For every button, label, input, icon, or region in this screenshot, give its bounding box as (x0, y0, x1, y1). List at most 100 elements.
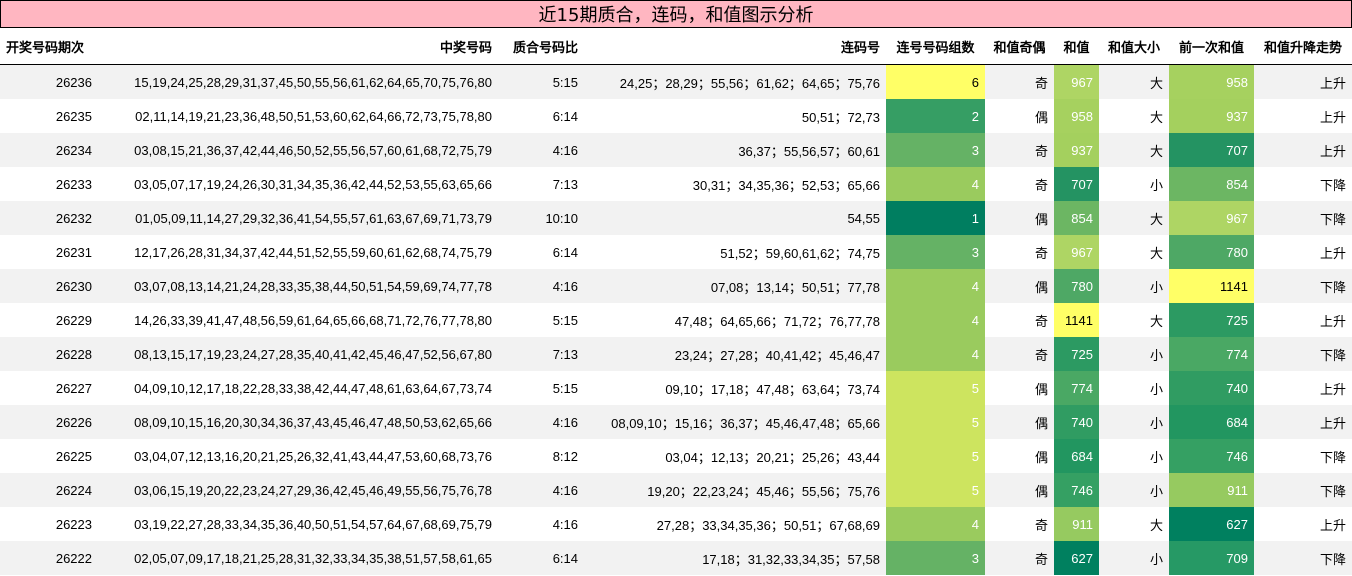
row-ratio: 4:16 (498, 269, 584, 303)
table-row: 26224 03,06,15,19,20,22,23,24,27,29,36,42… (0, 473, 1352, 507)
row-prev-sum: 707 (1169, 133, 1254, 167)
row-groups: 4 (886, 507, 985, 541)
row-parity: 偶 (985, 99, 1054, 133)
table-row: 26232 01,05,09,11,14,27,29,32,36,41,54,55… (0, 201, 1352, 235)
row-period: 26231 (0, 235, 98, 269)
row-prev-sum: 684 (1169, 405, 1254, 439)
row-consecutive: 27,28；33,34,35,36；50,51；67,68,69 (584, 507, 886, 541)
row-prev-sum: 725 (1169, 303, 1254, 337)
row-trend: 上升 (1254, 303, 1352, 337)
row-ratio: 10:10 (498, 201, 584, 235)
row-trend: 上升 (1254, 99, 1352, 133)
row-consecutive: 09,10；17,18；47,48；63,64；73,74 (584, 371, 886, 405)
row-parity: 偶 (985, 439, 1054, 473)
row-sum: 746 (1054, 473, 1099, 507)
row-period: 26236 (0, 64, 98, 99)
header-sum[interactable]: 和值 (1054, 28, 1099, 65)
row-ratio: 4:16 (498, 133, 584, 167)
row-trend: 上升 (1254, 235, 1352, 269)
row-period: 26222 (0, 541, 98, 575)
row-trend: 上升 (1254, 64, 1352, 99)
table-row: 26236 15,19,24,25,28,29,31,37,45,50,55,56… (0, 64, 1352, 99)
row-groups: 3 (886, 133, 985, 167)
row-period: 26234 (0, 133, 98, 167)
row-consecutive: 03,04；12,13；20,21；25,26；43,44 (584, 439, 886, 473)
header-parity[interactable]: 和值奇偶 (985, 28, 1054, 65)
row-size: 小 (1099, 337, 1169, 371)
row-trend: 上升 (1254, 507, 1352, 541)
row-size: 小 (1099, 439, 1169, 473)
analysis-table: 开奖号码期次 中奖号码 质合号码比 连码号 连号号码组数 和值奇偶 和值 和值大… (0, 28, 1352, 575)
header-prev-sum[interactable]: 前一次和值 (1169, 28, 1254, 65)
row-period: 26229 (0, 303, 98, 337)
row-sum: 725 (1054, 337, 1099, 371)
row-prev-sum: 774 (1169, 337, 1254, 371)
row-prev-sum: 740 (1169, 371, 1254, 405)
row-numbers: 03,08,15,21,36,37,42,44,46,50,52,55,56,5… (98, 133, 498, 167)
row-parity: 奇 (985, 507, 1054, 541)
row-sum: 627 (1054, 541, 1099, 575)
row-parity: 偶 (985, 201, 1054, 235)
row-sum: 1141 (1054, 303, 1099, 337)
row-trend: 上升 (1254, 405, 1352, 439)
row-groups: 5 (886, 439, 985, 473)
row-prev-sum: 746 (1169, 439, 1254, 473)
table-row: 26233 03,05,07,17,19,24,26,30,31,34,35,36… (0, 167, 1352, 201)
row-prev-sum: 1141 (1169, 269, 1254, 303)
row-numbers: 08,09,10,15,16,20,30,34,36,37,43,45,46,4… (98, 405, 498, 439)
row-parity: 奇 (985, 167, 1054, 201)
header-groups[interactable]: 连号号码组数 (886, 28, 985, 65)
row-period: 26230 (0, 269, 98, 303)
row-numbers: 12,17,26,28,31,34,37,42,44,51,52,55,59,6… (98, 235, 498, 269)
row-consecutive: 36,37；55,56,57；60,61 (584, 133, 886, 167)
header-ratio[interactable]: 质合号码比 (498, 28, 584, 65)
row-numbers: 15,19,24,25,28,29,31,37,45,50,55,56,61,6… (98, 64, 498, 99)
row-size: 大 (1099, 133, 1169, 167)
row-sum: 854 (1054, 201, 1099, 235)
row-ratio: 7:13 (498, 167, 584, 201)
row-trend: 下降 (1254, 439, 1352, 473)
header-size[interactable]: 和值大小 (1099, 28, 1169, 65)
row-parity: 偶 (985, 405, 1054, 439)
row-consecutive: 51,52；59,60,61,62；74,75 (584, 235, 886, 269)
row-numbers: 03,19,22,27,28,33,34,35,36,40,50,51,54,5… (98, 507, 498, 541)
row-trend: 上升 (1254, 371, 1352, 405)
row-ratio: 6:14 (498, 541, 584, 575)
header-period[interactable]: 开奖号码期次 (0, 28, 98, 65)
row-ratio: 8:12 (498, 439, 584, 473)
table-row: 26228 08,13,15,17,19,23,24,27,28,35,40,41… (0, 337, 1352, 371)
row-size: 大 (1099, 64, 1169, 99)
row-trend: 下降 (1254, 269, 1352, 303)
header-consecutive[interactable]: 连码号 (584, 28, 886, 65)
row-numbers: 14,26,33,39,41,47,48,56,59,61,64,65,66,6… (98, 303, 498, 337)
row-numbers: 08,13,15,17,19,23,24,27,28,35,40,41,42,4… (98, 337, 498, 371)
row-ratio: 4:16 (498, 473, 584, 507)
row-parity: 偶 (985, 371, 1054, 405)
table-row: 26235 02,11,14,19,21,23,36,48,50,51,53,60… (0, 99, 1352, 133)
row-numbers: 01,05,09,11,14,27,29,32,36,41,54,55,57,6… (98, 201, 498, 235)
row-sum: 780 (1054, 269, 1099, 303)
table-row: 26234 03,08,15,21,36,37,42,44,46,50,52,55… (0, 133, 1352, 167)
row-prev-sum: 911 (1169, 473, 1254, 507)
table-row: 26231 12,17,26,28,31,34,37,42,44,51,52,55… (0, 235, 1352, 269)
row-ratio: 7:13 (498, 337, 584, 371)
row-size: 小 (1099, 269, 1169, 303)
row-sum: 684 (1054, 439, 1099, 473)
row-prev-sum: 854 (1169, 167, 1254, 201)
table-row: 26226 08,09,10,15,16,20,30,34,36,37,43,45… (0, 405, 1352, 439)
row-prev-sum: 937 (1169, 99, 1254, 133)
row-size: 小 (1099, 473, 1169, 507)
row-groups: 1 (886, 201, 985, 235)
row-groups: 4 (886, 269, 985, 303)
row-period: 26228 (0, 337, 98, 371)
row-trend: 下降 (1254, 541, 1352, 575)
row-groups: 5 (886, 473, 985, 507)
row-size: 小 (1099, 541, 1169, 575)
header-trend[interactable]: 和值升降走势 (1254, 28, 1352, 65)
row-numbers: 04,09,10,12,17,18,22,28,33,38,42,44,47,4… (98, 371, 498, 405)
row-sum: 967 (1054, 235, 1099, 269)
header-numbers[interactable]: 中奖号码 (98, 28, 498, 65)
row-consecutive: 50,51；72,73 (584, 99, 886, 133)
row-consecutive: 07,08；13,14；50,51；77,78 (584, 269, 886, 303)
row-groups: 3 (886, 541, 985, 575)
